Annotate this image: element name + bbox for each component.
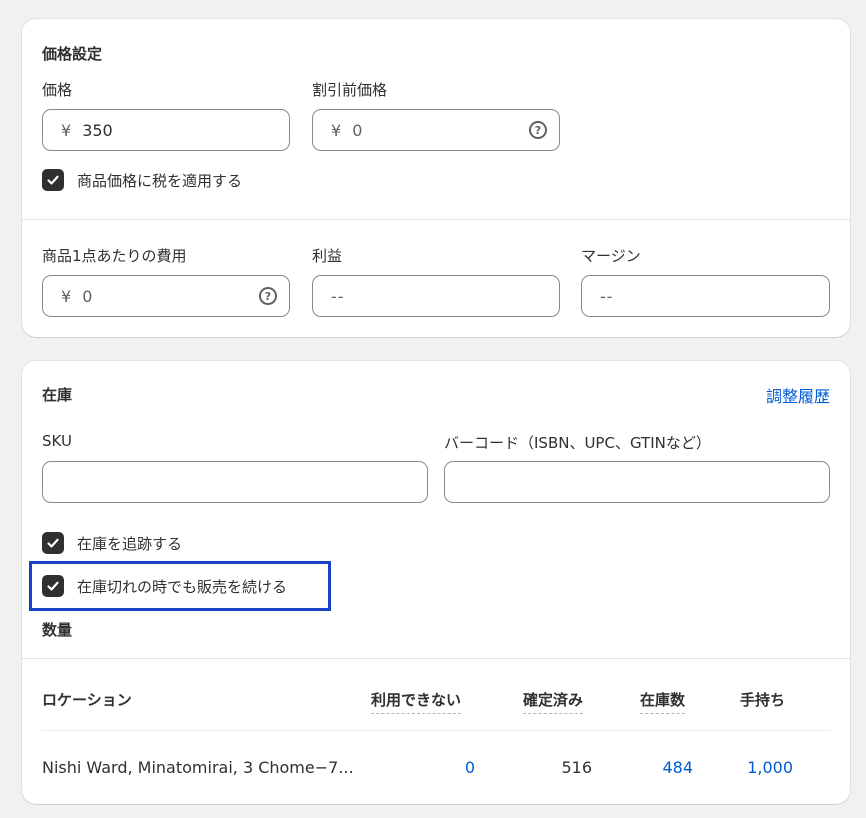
tax-checkbox[interactable] xyxy=(42,169,64,191)
sku-label: SKU xyxy=(42,432,72,450)
profit-value: -- xyxy=(331,286,345,306)
unavailable-value[interactable]: 0 xyxy=(415,758,475,777)
inventory-card: 在庫 調整履歴 SKU バーコード（ISBN、UPC、GTINなど） 在庫を追跡… xyxy=(22,361,850,804)
tax-checkbox-label: 商品価格に税を適用する xyxy=(77,171,243,190)
checkmark-icon xyxy=(47,538,59,548)
column-header-available[interactable]: 在庫数 xyxy=(640,689,686,714)
divider xyxy=(22,658,850,659)
table-row-divider xyxy=(42,730,830,731)
cost-per-item-input[interactable]: ¥ 0 ? xyxy=(42,275,290,317)
continue-selling-checkbox[interactable] xyxy=(42,575,64,597)
margin-label: マージン xyxy=(581,247,641,265)
quantity-heading: 数量 xyxy=(42,621,73,639)
margin-value: -- xyxy=(600,286,614,306)
cost-currency-prefix: ¥ xyxy=(61,286,72,306)
compare-at-price-input[interactable]: ¥ 0 ? xyxy=(312,109,560,151)
compare-currency-prefix: ¥ xyxy=(331,120,342,140)
compare-at-price-label: 割引前価格 xyxy=(312,81,388,99)
column-header-on-hand: 手持ち xyxy=(740,691,786,709)
cost-per-item-label: 商品1点あたりの費用 xyxy=(42,247,187,265)
column-header-location: ロケーション xyxy=(42,691,132,709)
continue-selling-row[interactable]: 在庫切れの時でも販売を続ける xyxy=(42,575,287,597)
compare-value: 0 xyxy=(352,120,363,140)
inventory-heading: 在庫 xyxy=(42,386,73,404)
price-label: 価格 xyxy=(42,81,73,99)
tax-checkbox-row[interactable]: 商品価格に税を適用する xyxy=(42,169,242,191)
adjustment-history-link[interactable]: 調整履歴 xyxy=(766,383,830,407)
checkmark-icon xyxy=(47,175,59,185)
on-hand-value[interactable]: 1,000 xyxy=(722,758,793,777)
barcode-label: バーコード（ISBN、UPC、GTINなど） xyxy=(444,434,711,452)
help-icon[interactable]: ? xyxy=(529,121,547,139)
track-inventory-checkbox[interactable] xyxy=(42,532,64,554)
cost-value: 0 xyxy=(82,286,93,306)
sku-input[interactable] xyxy=(42,461,428,503)
checkmark-icon xyxy=(47,581,59,591)
column-header-committed[interactable]: 確定済み xyxy=(523,689,584,714)
committed-value: 516 xyxy=(561,758,592,777)
price-currency-prefix: ¥ xyxy=(61,120,72,140)
profit-label: 利益 xyxy=(312,247,343,265)
track-inventory-label: 在庫を追跡する xyxy=(77,534,183,553)
divider xyxy=(22,219,850,220)
track-inventory-row[interactable]: 在庫を追跡する xyxy=(42,532,182,554)
column-header-unavailable[interactable]: 利用できない xyxy=(371,689,462,714)
continue-selling-label: 在庫切れの時でも販売を続ける xyxy=(77,577,288,596)
pricing-card: 価格設定 価格 ¥ 350 割引前価格 ¥ 0 ? 商品価格に税を適用する 商品… xyxy=(22,19,850,337)
profit-field: -- xyxy=(312,275,560,317)
pricing-heading: 価格設定 xyxy=(42,45,103,63)
available-value[interactable]: 484 xyxy=(633,758,693,777)
price-input[interactable]: ¥ 350 xyxy=(42,109,290,151)
location-name: Nishi Ward, Minatomirai, 3 Chome−7... xyxy=(42,758,354,777)
price-value: 350 xyxy=(82,120,113,140)
margin-field: -- xyxy=(581,275,830,317)
help-icon[interactable]: ? xyxy=(259,287,277,305)
barcode-input[interactable] xyxy=(444,461,830,503)
